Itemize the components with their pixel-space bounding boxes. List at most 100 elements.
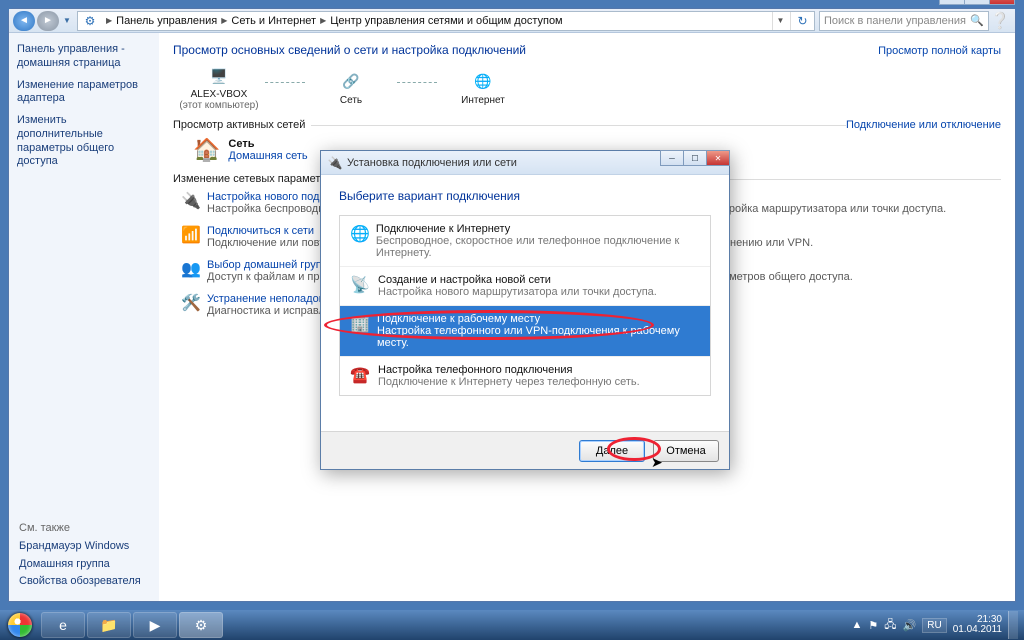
taskbar-control-panel[interactable]: ⚙: [179, 612, 223, 638]
map-connector: [397, 82, 437, 83]
map-node-network: 🔗 Сеть: [305, 71, 397, 106]
option-workplace[interactable]: 🏢 Подключение к рабочему местуНастройка …: [340, 306, 710, 357]
option-desc: Настройка телефонного или VPN-подключени…: [377, 325, 700, 349]
router-icon: 📡: [350, 275, 372, 295]
chevron-right-icon: ▶: [320, 16, 326, 25]
connect-disconnect-link[interactable]: Подключение или отключение: [846, 119, 1001, 131]
sidebar-item-home[interactable]: Панель управления - домашняя страница: [17, 43, 151, 71]
maximize-button[interactable]: ☐: [964, 0, 990, 5]
seealso-firewall[interactable]: Брандмауэр Windows: [19, 540, 141, 554]
cancel-button[interactable]: Отмена: [653, 440, 719, 462]
option-title: Настройка телефонного подключения: [378, 364, 572, 376]
taskbar-ie[interactable]: e: [41, 612, 85, 638]
sidebar-item-sharing[interactable]: Изменить дополнительные параметры общего…: [17, 114, 151, 169]
refresh-button[interactable]: ↻: [790, 12, 814, 30]
option-new-network[interactable]: 📡 Создание и настройка новой сетиНастрой…: [340, 267, 710, 306]
system-tray: ▲ ⚑ 🖧 🔊 RU 21:30 01.04.2011: [852, 611, 1024, 639]
option-desc: Подключение к Интернету через телефонную…: [378, 376, 640, 388]
globe-icon: 🌐: [350, 224, 370, 244]
tray-network-icon[interactable]: 🖧: [884, 616, 896, 635]
page-title: Просмотр основных сведений о сети и наст…: [173, 43, 1001, 57]
option-title: Подключение к рабочему месту: [377, 313, 540, 325]
map-node3-label: Интернет: [461, 95, 505, 106]
clock-date: 01.04.2011: [953, 625, 1002, 636]
wizard-icon: 🔌: [181, 191, 203, 215]
history-dropdown-button[interactable]: ▼: [61, 11, 73, 31]
taskbar-explorer[interactable]: 📁: [87, 612, 131, 638]
option-desc: Беспроводное, скоростное или телефонное …: [376, 235, 700, 259]
dialog-body: Выберите вариант подключения 🌐 Подключен…: [321, 175, 729, 431]
building-icon: 🏢: [350, 314, 371, 334]
address-breadcrumb[interactable]: ⚙ ▶ Панель управления ▶ Сеть и Интернет …: [77, 11, 815, 31]
dialog-heading: Выберите вариант подключения: [339, 189, 711, 203]
window-controls: ─ ☐ ✕: [940, 0, 1015, 5]
computer-icon: 🖥️: [208, 65, 230, 87]
globe-icon: 🌐: [472, 71, 494, 93]
seealso-homegroup[interactable]: Домашняя группа: [19, 558, 141, 572]
breadcrumb-mid[interactable]: Сеть и Интернет: [231, 15, 316, 27]
network-type-link[interactable]: Домашняя сеть: [228, 150, 307, 162]
sidebar-item-adapter[interactable]: Изменение параметров адаптера: [17, 79, 151, 107]
map-node-computer: 🖥️ ALEX-VBOX (этот компьютер): [173, 65, 265, 111]
nav-toolbar: ◄ ► ▼ ⚙ ▶ Панель управления ▶ Сеть и Инт…: [9, 9, 1015, 33]
option-desc: Настройка нового маршрутизатора или точк…: [378, 286, 657, 298]
address-dropdown-button[interactable]: ▼: [772, 12, 788, 30]
option-dialup[interactable]: ☎️ Настройка телефонного подключенияПодк…: [340, 357, 710, 395]
chevron-right-icon: ▶: [106, 16, 112, 25]
tray-action-center-icon[interactable]: ⚑: [868, 619, 878, 632]
option-title: Подключение к Интернету: [376, 223, 510, 235]
tray-expand-button[interactable]: ▲: [852, 619, 863, 631]
dialog-title: Установка подключения или сети: [347, 157, 517, 169]
dialog-button-bar: Далее Отмена: [321, 431, 729, 469]
forward-button[interactable]: ►: [37, 11, 59, 31]
see-also-block: См. также Брандмауэр Windows Домашняя гр…: [19, 522, 141, 593]
help-button[interactable]: ❔: [989, 11, 1011, 31]
tray-volume-icon[interactable]: 🔊: [903, 619, 917, 632]
back-button[interactable]: ◄: [13, 11, 35, 31]
seealso-browser[interactable]: Свойства обозревателя: [19, 575, 141, 589]
language-indicator[interactable]: RU: [922, 618, 946, 633]
taskbar-media[interactable]: ▶: [133, 612, 177, 638]
dialog-close-button[interactable]: ✕: [706, 150, 730, 166]
active-networks-label: Просмотр активных сетей: [173, 119, 305, 131]
network-name: Сеть: [228, 138, 254, 150]
breadcrumb-root[interactable]: Панель управления: [116, 15, 217, 27]
search-input[interactable]: Поиск в панели управления 🔍: [819, 11, 989, 31]
troubleshoot-icon: 🛠️: [181, 293, 203, 317]
setup-connection-dialog: ─ ☐ ✕ 🔌 Установка подключения или сети В…: [320, 150, 730, 470]
map-node1-sub: (этот компьютер): [179, 100, 258, 111]
option-internet[interactable]: 🌐 Подключение к ИнтернетуБеспроводное, с…: [340, 216, 710, 267]
map-node2-label: Сеть: [340, 95, 362, 106]
plug-icon: 🔌: [327, 155, 343, 171]
taskbar: e 📁 ▶ ⚙ ▲ ⚑ 🖧 🔊 RU 21:30 01.04.2011: [0, 610, 1024, 640]
connection-options-list: 🌐 Подключение к ИнтернетуБеспроводное, с…: [339, 215, 711, 396]
option-title: Создание и настройка новой сети: [378, 274, 551, 286]
minimize-button[interactable]: ─: [939, 0, 965, 5]
taskbar-clock[interactable]: 21:30 01.04.2011: [953, 615, 1002, 636]
change-params-label: Изменение сетевых параметров: [173, 173, 339, 185]
network-icon: 🔗: [340, 71, 362, 93]
connect-icon: 📶: [181, 225, 203, 249]
show-desktop-button[interactable]: [1008, 611, 1018, 639]
map-connector: [265, 82, 305, 83]
dialog-maximize-button[interactable]: ☐: [683, 150, 707, 166]
see-also-header: См. также: [19, 522, 141, 534]
sidebar: Панель управления - домашняя страница Из…: [9, 33, 159, 601]
map-node-internet: 🌐 Интернет: [437, 71, 529, 106]
search-placeholder: Поиск в панели управления: [824, 15, 966, 27]
next-button[interactable]: Далее: [579, 440, 645, 462]
house-icon: 🏠: [193, 137, 220, 163]
start-button[interactable]: [0, 610, 40, 640]
control-panel-icon: ⚙: [82, 13, 98, 29]
search-icon: 🔍: [970, 14, 984, 27]
map-node1-label: ALEX-VBOX: [191, 89, 248, 100]
breadcrumb-leaf[interactable]: Центр управления сетями и общим доступом: [330, 15, 562, 27]
phone-icon: ☎️: [350, 365, 372, 385]
view-full-map-link[interactable]: Просмотр полной карты: [878, 45, 1001, 57]
homegroup-icon: 👥: [181, 259, 203, 283]
network-map: 🖥️ ALEX-VBOX (этот компьютер) 🔗 Сеть 🌐 И…: [173, 65, 1001, 111]
close-button[interactable]: ✕: [989, 0, 1015, 5]
windows-logo-icon: [8, 613, 32, 637]
dialog-minimize-button[interactable]: ─: [660, 150, 684, 166]
chevron-right-icon: ▶: [221, 16, 227, 25]
